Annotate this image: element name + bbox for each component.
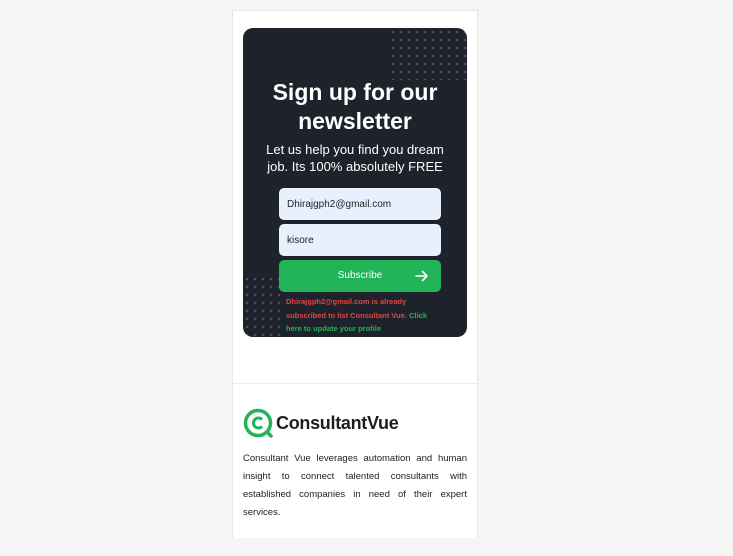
brand-logo[interactable]: ConsultantVue (243, 408, 399, 438)
newsletter-subtitle: Let us help you find you dream job. Its … (266, 142, 444, 174)
error-text: Dhirajgph2@gmail.com is already subscrib… (286, 297, 407, 320)
page-column: Sign up for our newsletter Let us help y… (232, 10, 478, 538)
newsletter-card: Sign up for our newsletter Let us help y… (243, 28, 467, 337)
dot-pattern-decoration (389, 28, 467, 80)
subscription-error-message: Dhirajgph2@gmail.com is already subscrib… (286, 295, 436, 336)
brand-name: ConsultantVue (276, 412, 399, 433)
arrow-right-icon (415, 270, 428, 282)
section-divider (233, 383, 477, 384)
name-input[interactable] (279, 224, 441, 256)
company-description: Consultant Vue leverages automation and … (243, 453, 467, 518)
newsletter-title: Sign up for our newsletter (272, 79, 438, 134)
consultantvue-logo-icon (243, 408, 273, 438)
email-input[interactable] (279, 188, 441, 220)
subscribe-button[interactable]: Subscribe (279, 260, 441, 292)
